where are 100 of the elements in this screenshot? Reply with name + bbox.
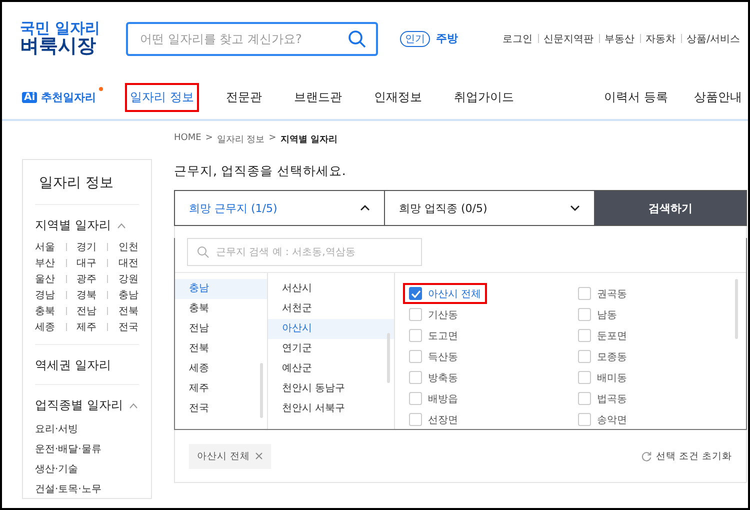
nav-item[interactable]: 상품안내: [694, 88, 742, 106]
sidebar-section-title[interactable]: 업직종별 일자리: [35, 397, 123, 414]
checkbox[interactable]: [578, 308, 591, 321]
scrollbar[interactable]: [735, 279, 738, 339]
location-search-field[interactable]: 근무지 검색 예 : 서초동,역삼동: [187, 238, 422, 266]
popular-badge: 인기: [400, 30, 430, 46]
checkbox-label[interactable]: 방축동: [428, 370, 458, 384]
city-option[interactable]: 서천군: [268, 299, 394, 319]
checkbox[interactable]: [409, 392, 422, 405]
sidebar-link[interactable]: 충북: [35, 304, 56, 318]
sidebar-link[interactable]: 서울: [35, 240, 56, 254]
checkbox[interactable]: [578, 371, 591, 384]
checkbox[interactable]: [578, 350, 591, 363]
nav-item[interactable]: 취업가이드: [449, 82, 519, 112]
nav-item[interactable]: 인재정보: [369, 82, 427, 112]
top-link[interactable]: 로그인: [502, 32, 533, 46]
sidebar-link[interactable]: 건설·토목·노무: [35, 482, 139, 496]
sidebar-section-title[interactable]: 지역별 일자리: [35, 217, 111, 234]
scrollbar[interactable]: [387, 333, 390, 383]
refresh-icon[interactable]: [640, 450, 652, 462]
city-option[interactable]: 아산시: [268, 319, 394, 339]
checkbox-label[interactable]: 배미동: [597, 370, 627, 384]
sidebar-link[interactable]: 부산: [35, 256, 56, 270]
checkbox-label[interactable]: 권곡동: [597, 286, 627, 300]
nav-item[interactable]: 이력서 등록: [604, 88, 668, 106]
sidebar-link[interactable]: 생산·기술: [35, 462, 139, 476]
popular-keyword[interactable]: 주방: [436, 31, 458, 46]
sidebar-link[interactable]: 요리·서빙: [35, 422, 139, 436]
region-option[interactable]: 제주: [175, 379, 267, 399]
breadcrumb-item[interactable]: HOME: [174, 133, 202, 149]
sidebar-link[interactable]: 제주: [76, 320, 98, 334]
checkbox-label[interactable]: 남동: [597, 308, 617, 322]
region-option[interactable]: 전남: [175, 319, 267, 339]
sidebar-link[interactable]: 인천: [118, 240, 139, 254]
logo-subtitle[interactable]: 국민 일자리: [20, 20, 126, 36]
region-option[interactable]: 전북: [175, 339, 267, 359]
search-button[interactable]: 검색하기: [595, 191, 746, 225]
checkbox-label[interactable]: 둔포면: [597, 328, 627, 342]
sidebar-link[interactable]: 전남: [76, 304, 98, 318]
top-link[interactable]: 자동차: [646, 32, 676, 46]
sidebar-link[interactable]: 광주: [76, 272, 98, 286]
region-option[interactable]: 세종: [175, 359, 267, 379]
logo-title[interactable]: 벼룩시장: [20, 36, 126, 58]
checkbox-label[interactable]: 법곡동: [597, 392, 627, 406]
breadcrumb-item: 지역별 일자리: [280, 134, 338, 147]
nav-item[interactable]: 전문관: [221, 82, 267, 112]
checkbox-label[interactable]: 모종동: [597, 350, 627, 364]
sidebar-link[interactable]: 울산: [35, 272, 56, 286]
city-option[interactable]: 서산시: [268, 279, 394, 299]
sidebar-link[interactable]: 경북: [76, 288, 98, 302]
top-link[interactable]: 부동산: [604, 32, 635, 46]
region-option[interactable]: 충남: [175, 279, 267, 299]
checkbox-label[interactable]: 선장면: [428, 412, 458, 426]
search-icon[interactable]: [348, 30, 366, 48]
checkbox-label[interactable]: 득산동: [428, 350, 458, 364]
checkbox[interactable]: [578, 287, 591, 300]
checkbox[interactable]: [409, 413, 422, 426]
sidebar-section-title[interactable]: 역세권 일자리: [35, 357, 111, 374]
scrollbar[interactable]: [260, 363, 263, 418]
checkbox-label[interactable]: 배방읍: [428, 392, 458, 406]
checkbox[interactable]: [409, 371, 422, 384]
search-field[interactable]: 어떤 일자리를 찾고 계신가요?: [126, 22, 378, 56]
sidebar-link[interactable]: 강원: [118, 272, 139, 286]
breadcrumb-item[interactable]: 일자리 정보: [216, 133, 265, 149]
city-option[interactable]: 연기군: [268, 339, 394, 359]
city-option[interactable]: 예산군: [268, 359, 394, 379]
sidebar-link[interactable]: 경기: [76, 240, 98, 254]
top-link[interactable]: 신문지역판: [544, 32, 594, 46]
nav-item[interactable]: 추천일자리: [41, 90, 96, 104]
sidebar-link[interactable]: 경남: [35, 288, 56, 302]
checkbox[interactable]: [409, 329, 422, 342]
region-option[interactable]: 전국: [175, 399, 267, 419]
sidebar-link[interactable]: 전국: [118, 320, 139, 334]
checkbox[interactable]: [409, 308, 422, 321]
sidebar-link[interactable]: 전북: [118, 304, 139, 318]
reset-link[interactable]: 선택 조건 초기화: [656, 450, 732, 462]
sidebar-link[interactable]: 충남: [118, 288, 139, 302]
checkbox[interactable]: [578, 329, 591, 342]
checkbox[interactable]: [578, 413, 591, 426]
checkbox-label[interactable]: 송악면: [597, 412, 627, 426]
checkbox[interactable]: [409, 350, 422, 363]
chevron-icon[interactable]: [570, 205, 580, 211]
close-icon[interactable]: [255, 452, 264, 460]
sidebar-link[interactable]: 세종: [35, 320, 56, 334]
sidebar-link[interactable]: 대전: [118, 256, 139, 270]
sidebar-link[interactable]: 대구: [76, 256, 98, 270]
checkbox-label[interactable]: 도고면: [428, 328, 458, 342]
nav-item[interactable]: 일자리 정보: [125, 82, 199, 112]
nav-item[interactable]: 브랜드관: [289, 82, 347, 112]
chevron-icon[interactable]: [360, 205, 370, 211]
checkbox[interactable]: [578, 392, 591, 405]
top-link[interactable]: 상품/서비스: [686, 32, 740, 46]
selected-chip[interactable]: 아산시 전체: [189, 444, 272, 468]
region-option[interactable]: 충북: [175, 299, 267, 319]
checkbox-label[interactable]: 기산동: [428, 308, 458, 322]
checkbox[interactable]: [409, 287, 422, 300]
ai-badge[interactable]: Ai: [22, 92, 38, 102]
city-option[interactable]: 천안시 서북구: [268, 399, 394, 419]
city-option[interactable]: 천안시 동남구: [268, 379, 394, 399]
sidebar-link[interactable]: 운전·배달·물류: [35, 442, 139, 456]
